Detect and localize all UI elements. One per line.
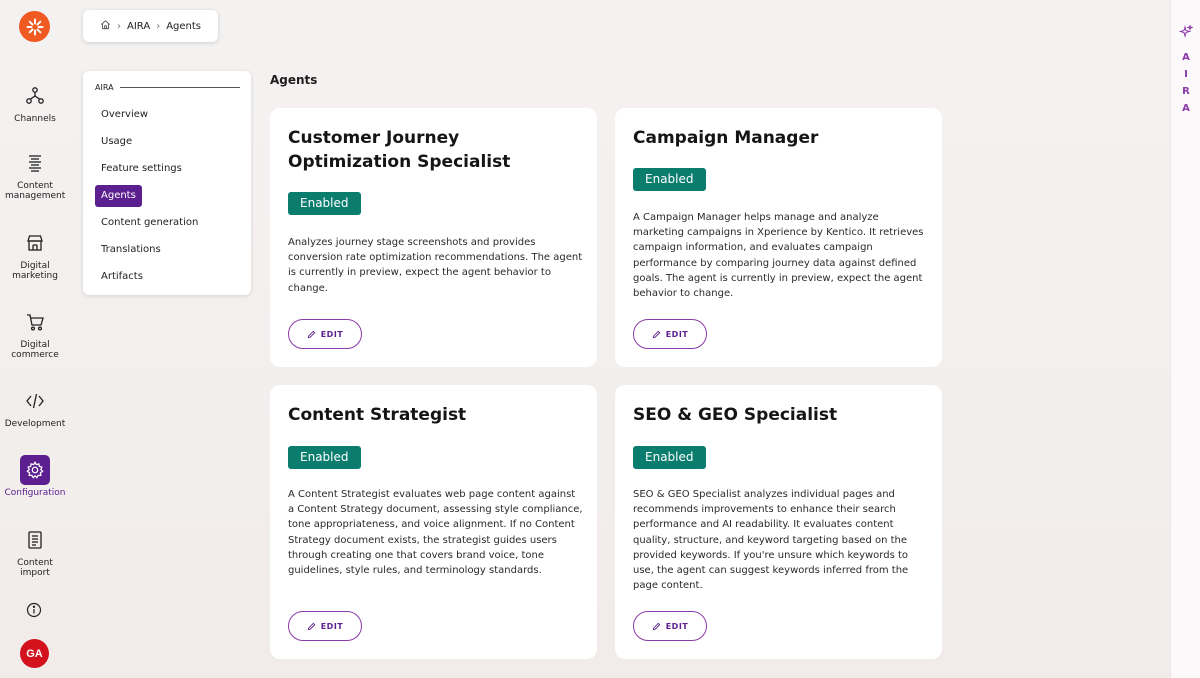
left-navigation: Channels Content management Digital mark… bbox=[0, 0, 70, 678]
nav-label: Channels bbox=[14, 114, 56, 124]
cart-icon bbox=[20, 307, 50, 337]
agent-card: Customer Journey Optimization Specialist… bbox=[270, 108, 597, 367]
nav-item-configuration[interactable]: Configuration bbox=[0, 455, 70, 498]
submenu-item-usage[interactable]: Usage bbox=[95, 131, 138, 153]
storefront-icon bbox=[20, 228, 50, 258]
aira-side-panel-toggle[interactable]: A I R A bbox=[1170, 0, 1200, 678]
edit-button-label: EDIT bbox=[665, 329, 689, 339]
submenu-item-translations[interactable]: Translations bbox=[95, 239, 167, 261]
edit-button[interactable]: EDIT bbox=[288, 319, 362, 349]
nav-item-channels[interactable]: Channels bbox=[0, 81, 70, 124]
code-icon bbox=[20, 386, 50, 416]
chevron-right-icon: › bbox=[117, 20, 121, 32]
status-badge: Enabled bbox=[288, 192, 361, 215]
pencil-icon bbox=[652, 330, 661, 338]
aira-letter: A bbox=[1182, 103, 1190, 114]
agent-card-title: Campaign Manager bbox=[633, 128, 819, 148]
edit-button-label: EDIT bbox=[320, 621, 344, 631]
edit-button[interactable]: EDIT bbox=[288, 611, 362, 641]
edit-button-label: EDIT bbox=[320, 329, 344, 339]
aira-submenu: AIRA Overview Usage Feature settings Age… bbox=[83, 71, 251, 295]
status-badge: Enabled bbox=[288, 446, 361, 469]
page-title: Agents bbox=[270, 73, 318, 87]
aira-letter: A bbox=[1182, 52, 1190, 63]
chevron-right-icon: › bbox=[156, 20, 161, 32]
gear-icon bbox=[20, 455, 50, 485]
nav-item-digital-commerce[interactable]: Digital commerce bbox=[0, 307, 70, 360]
user-avatar[interactable]: GA bbox=[20, 639, 49, 668]
aira-vertical-label: A I R A bbox=[1171, 52, 1200, 114]
submenu-item-overview[interactable]: Overview bbox=[95, 104, 154, 126]
channels-icon bbox=[20, 81, 50, 111]
breadcrumb-item-current: Agents bbox=[166, 20, 201, 32]
sparkle-icon bbox=[1178, 23, 1194, 38]
agent-card: Content Strategist Enabled A Content Str… bbox=[270, 385, 597, 659]
home-icon[interactable] bbox=[100, 19, 111, 33]
agent-card-description: Analyzes journey stage screenshots and p… bbox=[288, 237, 583, 294]
agent-card: Campaign Manager Enabled A Campaign Mana… bbox=[615, 108, 942, 367]
submenu-heading-text: AIRA bbox=[95, 83, 114, 92]
aira-letter: R bbox=[1182, 86, 1190, 97]
agent-card-title: Customer Journey Optimization Specialist bbox=[288, 128, 511, 172]
agent-card-description: A Content Strategist evaluates web page … bbox=[288, 489, 583, 577]
submenu-item-content-generation[interactable]: Content generation bbox=[95, 212, 204, 234]
breadcrumb: › AIRA › Agents bbox=[83, 10, 218, 42]
edit-button-label: EDIT bbox=[665, 621, 689, 631]
kentico-logo-icon[interactable] bbox=[19, 11, 50, 42]
document-icon bbox=[20, 525, 50, 555]
pencil-icon bbox=[307, 330, 316, 338]
submenu-item-artifacts[interactable]: Artifacts bbox=[95, 266, 149, 288]
status-badge: Enabled bbox=[633, 446, 706, 469]
submenu-heading: AIRA bbox=[95, 83, 240, 92]
breadcrumb-item-aira[interactable]: AIRA bbox=[127, 21, 150, 32]
pencil-icon bbox=[307, 622, 316, 630]
nav-item-development[interactable]: Development bbox=[0, 386, 70, 429]
nav-label: Content import bbox=[17, 558, 53, 578]
submenu-divider bbox=[119, 87, 240, 88]
aira-letter: I bbox=[1184, 69, 1188, 80]
nav-label: Configuration bbox=[4, 488, 66, 498]
content-management-icon bbox=[20, 148, 50, 178]
nav-item-content-management[interactable]: Content management bbox=[0, 148, 70, 201]
edit-button[interactable]: EDIT bbox=[633, 319, 707, 349]
agent-card: SEO & GEO Specialist Enabled SEO & GEO S… bbox=[615, 385, 942, 659]
nav-label: Development bbox=[4, 419, 66, 429]
agent-card-title: Content Strategist bbox=[288, 405, 467, 425]
pencil-icon bbox=[652, 622, 661, 630]
submenu-item-agents[interactable]: Agents bbox=[95, 185, 142, 207]
submenu-item-feature-settings[interactable]: Feature settings bbox=[95, 158, 188, 180]
nav-label: Digital commerce bbox=[11, 340, 59, 360]
agent-card-title: SEO & GEO Specialist bbox=[633, 405, 838, 425]
edit-button[interactable]: EDIT bbox=[633, 611, 707, 641]
status-badge: Enabled bbox=[633, 168, 706, 191]
nav-label: Content management bbox=[5, 181, 66, 201]
nav-item-digital-marketing[interactable]: Digital marketing bbox=[0, 228, 70, 281]
agent-card-description: SEO & GEO Specialist analyzes individual… bbox=[633, 489, 909, 592]
nav-label: Digital marketing bbox=[12, 261, 58, 281]
info-icon[interactable] bbox=[26, 602, 42, 618]
nav-item-content-import[interactable]: Content import bbox=[0, 525, 70, 578]
agent-card-description: A Campaign Manager helps manage and anal… bbox=[633, 212, 924, 300]
